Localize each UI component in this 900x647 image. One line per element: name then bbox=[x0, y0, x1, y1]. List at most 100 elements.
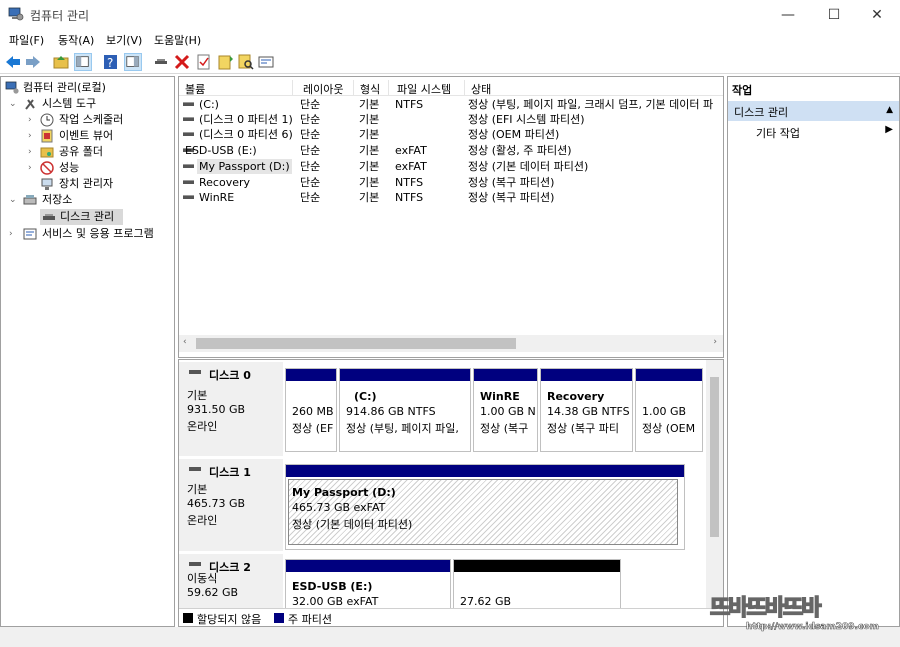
navigation-tree: 컴퓨터 관리(로컬) ⌄ 시스템 도구 › 작업 스케줄러 › 이벤트 뷰어 ›… bbox=[0, 76, 175, 627]
disk-info-1[interactable]: 디스크 1 기본 465.73 GB 온라인 bbox=[179, 459, 283, 551]
menu-action[interactable]: 동작(A) bbox=[58, 32, 94, 48]
submenu-arrow-icon[interactable]: ▶ bbox=[885, 124, 893, 135]
volume-type: 기본 bbox=[359, 113, 380, 126]
scroll-left-icon[interactable]: ‹ bbox=[183, 337, 187, 347]
partition-status: 정상 (복구 bbox=[480, 422, 529, 435]
table-row[interactable]: (C:) 단순 기본 NTFS 정상 (부팅, 페이지 파일, 크래시 덤프, … bbox=[179, 97, 723, 112]
chevron-right-icon[interactable]: › bbox=[28, 128, 32, 144]
open-icon[interactable] bbox=[217, 53, 235, 71]
close-button[interactable]: ✕ bbox=[854, 0, 900, 30]
tree-item-task-scheduler[interactable]: › 작업 스케줄러 bbox=[28, 112, 173, 128]
table-row[interactable]: (디스크 0 파티션 1) 단순 기본 정상 (EFI 시스템 파티션) bbox=[179, 112, 723, 127]
table-row[interactable]: (디스크 0 파티션 6) 단순 기본 정상 (OEM 파티션) bbox=[179, 127, 723, 142]
tree-item-shared-folders[interactable]: › 공유 폴더 bbox=[28, 144, 173, 160]
scroll-thumb[interactable] bbox=[196, 338, 516, 349]
chevron-right-icon[interactable]: › bbox=[28, 112, 32, 128]
disk-info-0[interactable]: 디스크 0 기본 931.50 GB 온라인 bbox=[179, 362, 283, 456]
tree-item-label: 저장소 bbox=[42, 193, 73, 206]
chevron-down-icon[interactable]: ⌄ bbox=[9, 96, 17, 112]
more-actions-item[interactable]: 기타 작업 bbox=[756, 125, 800, 141]
connect-icon[interactable] bbox=[152, 53, 170, 71]
volume-name: Recovery bbox=[199, 176, 251, 189]
partition[interactable]: (C:) 914.86 GB NTFS 정상 (부팅, 페이지 파일, bbox=[339, 368, 471, 452]
maximize-button[interactable]: ☐ bbox=[811, 0, 857, 30]
volume-name: WinRE bbox=[199, 191, 235, 204]
volume-list: 볼륨 레이아웃 형식 파일 시스템 상태 (C:) 단순 기본 NTFS 정상 … bbox=[178, 76, 724, 358]
column-header-filesystem[interactable]: 파일 시스템 bbox=[397, 81, 451, 97]
disk-info-2[interactable]: 디스크 2 이동식 59.62 GB bbox=[179, 554, 283, 608]
tree-item-device-manager[interactable]: 장치 관리자 bbox=[40, 176, 173, 192]
volume-layout: 단순 bbox=[300, 191, 321, 204]
actions-pane: 작업 디스크 관리 ▲ 기타 작업 ▶ bbox=[727, 76, 900, 627]
chevron-down-icon[interactable]: ⌄ bbox=[9, 192, 17, 208]
legend-unallocated: 할당되지 않음 bbox=[197, 613, 262, 626]
menu-file[interactable]: 파일(F) bbox=[9, 32, 44, 48]
tree-item-system-tools[interactable]: ⌄ 시스템 도구 bbox=[9, 96, 173, 112]
volume-icon bbox=[183, 195, 194, 199]
partition[interactable]: Recovery 14.38 GB NTFS 정상 (복구 파티 bbox=[540, 368, 633, 452]
volume-fs: exFAT bbox=[395, 160, 427, 173]
partition[interactable]: 260 MB 정상 (EF bbox=[285, 368, 337, 452]
scroll-thumb[interactable] bbox=[710, 377, 719, 537]
actions-section-disk-management[interactable]: 디스크 관리 ▲ bbox=[728, 101, 899, 121]
table-row[interactable]: My Passport (D:) 단순 기본 exFAT 정상 (기본 데이터 … bbox=[179, 159, 723, 174]
disk-name: 디스크 0 bbox=[209, 369, 251, 382]
chevron-right-icon[interactable]: › bbox=[28, 144, 32, 160]
device-manager-icon bbox=[41, 178, 53, 190]
help-icon[interactable]: ? bbox=[102, 53, 120, 71]
column-header-status[interactable]: 상태 bbox=[471, 81, 491, 97]
collapse-up-icon[interactable]: ▲ bbox=[886, 105, 893, 115]
menu-view[interactable]: 보기(V) bbox=[106, 32, 142, 48]
chevron-right-icon[interactable]: › bbox=[9, 226, 13, 242]
partition[interactable]: ESD-USB (E:) 32.00 GB exFAT bbox=[285, 559, 451, 611]
volume-status: 정상 (활성, 주 파티션) bbox=[468, 144, 572, 157]
volume-icon bbox=[183, 102, 194, 106]
storage-icon bbox=[23, 195, 37, 205]
tree-item-services-apps[interactable]: › 서비스 및 응용 프로그램 bbox=[9, 226, 173, 242]
watermark-text: 뜨바뜨바뜨바 bbox=[709, 595, 822, 622]
show-hide-tree-icon[interactable] bbox=[74, 53, 92, 71]
table-row[interactable]: WinRE 단순 기본 NTFS 정상 (복구 파티션) bbox=[179, 190, 723, 205]
vertical-scrollbar[interactable] bbox=[706, 360, 723, 608]
volume-type: 기본 bbox=[359, 98, 380, 111]
column-header-volume[interactable]: 볼륨 bbox=[185, 81, 205, 97]
tree-item-storage[interactable]: ⌄ 저장소 bbox=[9, 192, 173, 208]
tree-item-performance[interactable]: › 성능 bbox=[28, 160, 173, 176]
volume-type: 기본 bbox=[359, 176, 380, 189]
volume-icon bbox=[183, 117, 194, 121]
show-hide-action-pane-icon[interactable] bbox=[124, 53, 142, 71]
clock-icon bbox=[40, 113, 54, 127]
partition-status: 정상 (EF bbox=[292, 422, 334, 435]
horizontal-scrollbar[interactable]: ‹ › bbox=[179, 335, 723, 352]
tree-item-root[interactable]: 컴퓨터 관리(로컬) bbox=[5, 80, 173, 96]
column-header-type[interactable]: 형식 bbox=[360, 81, 380, 97]
chevron-right-icon[interactable]: › bbox=[28, 160, 32, 176]
partition-bar bbox=[454, 560, 620, 572]
column-header-layout[interactable]: 레이아웃 bbox=[303, 81, 343, 97]
legend-swatch-unallocated bbox=[183, 613, 193, 623]
volume-status: 정상 (부팅, 페이지 파일, 크래시 덤프, 기본 데이터 파 bbox=[468, 98, 714, 111]
partition-unallocated[interactable]: 27.62 GB bbox=[453, 559, 621, 611]
partition[interactable]: 1.00 GB 정상 (OEM bbox=[635, 368, 703, 452]
partition-size: 1.00 GB bbox=[642, 405, 687, 418]
tree-item-event-viewer[interactable]: › 이벤트 뷰어 bbox=[28, 128, 173, 144]
export-list-icon[interactable] bbox=[257, 53, 275, 71]
forward-arrow-icon[interactable] bbox=[24, 53, 42, 71]
scroll-right-icon[interactable]: › bbox=[713, 337, 717, 347]
folder-up-icon[interactable] bbox=[52, 53, 70, 71]
table-row[interactable]: Recovery 단순 기본 NTFS 정상 (복구 파티션) bbox=[179, 175, 723, 190]
delete-icon[interactable] bbox=[173, 53, 191, 71]
minimize-button[interactable]: — bbox=[765, 0, 811, 30]
tools-icon bbox=[25, 99, 35, 110]
partition[interactable]: My Passport (D:) 465.73 GB exFAT 정상 (기본 … bbox=[285, 464, 685, 550]
legend: 할당되지 않음 주 파티션 bbox=[179, 608, 723, 626]
back-arrow-icon[interactable] bbox=[4, 53, 22, 71]
table-row[interactable]: ESD-USB (E:) 단순 기본 exFAT 정상 (활성, 주 파티션) bbox=[179, 143, 723, 158]
search-icon[interactable] bbox=[237, 53, 255, 71]
tree-item-disk-management[interactable]: 디스크 관리 bbox=[40, 209, 123, 225]
tree-item-label: 성능 bbox=[59, 161, 80, 174]
properties-icon[interactable] bbox=[195, 53, 213, 71]
partition[interactable]: WinRE 1.00 GB N 정상 (복구 bbox=[473, 368, 538, 452]
menu-help[interactable]: 도움말(H) bbox=[154, 32, 201, 48]
window-title: 컴퓨터 관리 bbox=[30, 9, 90, 23]
